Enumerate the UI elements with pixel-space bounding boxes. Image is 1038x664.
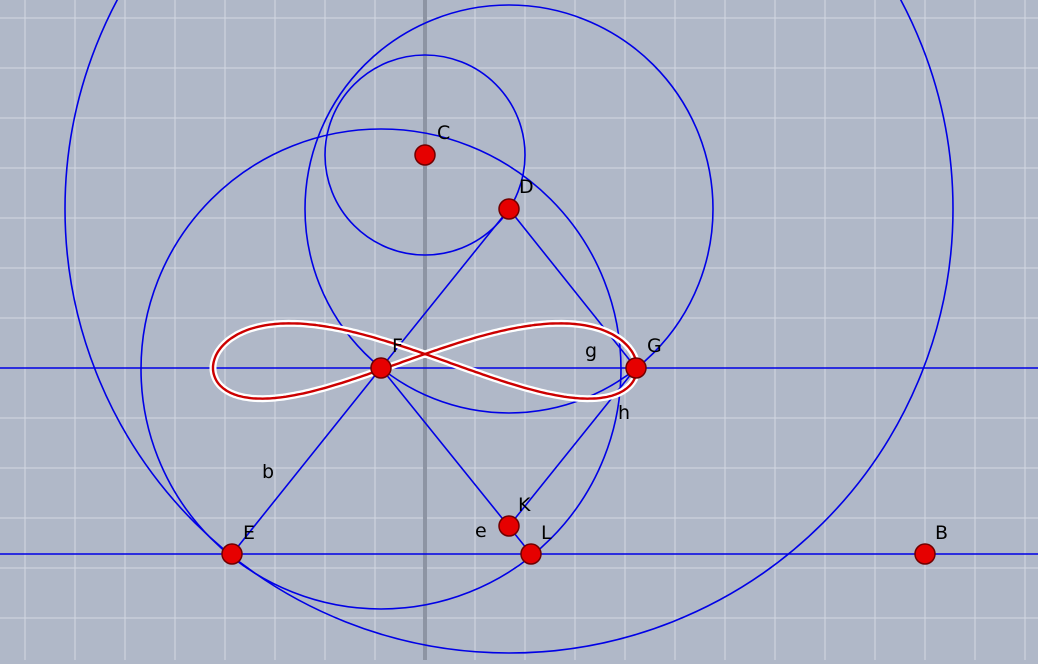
label-e-segment: e (475, 520, 487, 542)
construction-drawing[interactable]: b e g h C D F G K E L B (0, 0, 1038, 660)
point-C-label: C (437, 122, 450, 144)
point-E[interactable]: E (221, 522, 255, 565)
point-K-marker[interactable] (498, 515, 520, 537)
point-G-label: G (647, 335, 662, 357)
label-h: h (618, 402, 630, 424)
geometry-canvas[interactable]: b e g h C D F G K E L B (0, 0, 1038, 660)
point-E-label: E (243, 522, 255, 544)
point-C[interactable]: C (414, 122, 450, 166)
point-K[interactable]: K (498, 494, 531, 537)
point-C-marker[interactable] (414, 144, 436, 166)
point-F-marker[interactable] (370, 357, 392, 379)
point-B-marker[interactable] (914, 543, 936, 565)
point-D-label: D (519, 176, 534, 198)
point-B[interactable]: B (914, 522, 948, 565)
label-g: g (585, 340, 597, 362)
point-D-marker[interactable] (498, 198, 520, 220)
point-E-marker[interactable] (221, 543, 243, 565)
point-L-label: L (541, 522, 552, 544)
point-B-label: B (935, 522, 948, 544)
point-F-label: F (392, 335, 403, 357)
point-G-marker[interactable] (625, 357, 647, 379)
segment-dg[interactable] (508, 208, 637, 369)
point-L[interactable]: L (520, 522, 552, 565)
point-K-label: K (518, 494, 531, 516)
label-b: b (262, 461, 274, 483)
point-L-marker[interactable] (520, 543, 542, 565)
